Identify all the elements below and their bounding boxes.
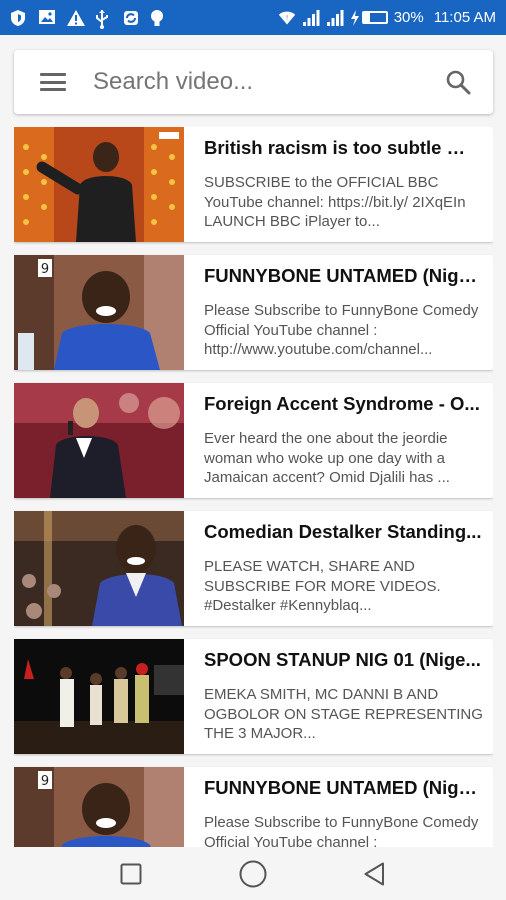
video-description: SUBSCRIBE to the OFFICIAL BBC YouTube ch… [204,174,466,230]
video-title: Comedian Destalker Standing... [204,521,482,542]
shield-icon [10,9,28,27]
search-bar [14,50,493,114]
signal-icon [302,9,320,27]
search-input[interactable] [93,68,445,96]
video-description: Please Subscribe to FunnyBone Comedy Off… [204,302,479,358]
navigation-bar [0,847,506,900]
video-title: FUNNYBONE UNTAMED (Nige... [204,777,483,798]
video-thumbnail[interactable] [14,639,184,754]
recents-icon[interactable] [116,859,146,889]
wifi-icon: ! [278,9,296,27]
home-icon[interactable] [238,859,268,889]
back-icon[interactable] [360,859,390,889]
video-title: SPOON STANUP NIG 01 (Nige... [204,649,481,670]
video-description: EMEKA SMITH, MC DANNI B AND OGBOLOR ON S… [204,686,483,742]
charging-icon [350,9,360,27]
video-thumbnail[interactable]: 9 [14,767,184,847]
video-item[interactable]: 9 FUNNYBONE UNTAMED (Nige... Please Subs… [14,255,493,370]
svg-text:9: 9 [41,774,49,789]
video-description: PLEASE WATCH, SHARE AND SUBSCRIBE FOR MO… [204,558,441,614]
video-item[interactable]: 9 FUNNYBONE UNTAMED (Nige... Please Subs… [14,767,493,847]
bulb-icon [150,9,168,27]
svg-text:9: 9 [41,262,49,277]
warning-icon [66,9,85,27]
battery-percent: 30% [393,9,424,26]
menu-icon[interactable] [40,73,66,91]
video-title: FUNNYBONE UNTAMED (Nige... [204,265,483,286]
video-description: Please Subscribe to FunnyBone Comedy Off… [204,814,479,847]
battery-icon [361,11,388,24]
clock: 11:05 AM [433,9,496,26]
video-thumbnail[interactable] [14,383,184,498]
video-thumbnail[interactable] [14,127,184,242]
video-title: Foreign Accent Syndrome - O... [204,393,480,414]
video-description: Ever heard the one about the jeordie wom… [204,430,450,486]
status-bar: ! 30% 11:05 AM [0,0,506,35]
search-icon[interactable] [445,69,471,95]
svg-text:!: ! [286,15,288,21]
video-list: British racism is too subtle 😂... SUBSCR… [14,127,493,847]
battery-indicator [350,9,388,27]
usb-icon [94,9,112,29]
sync-icon [122,9,140,27]
image-icon [38,9,56,27]
video-title: British racism is too subtle 😂... [204,137,483,158]
video-item[interactable]: SPOON STANUP NIG 01 (Nige... EMEKA SMITH… [14,639,493,754]
video-thumbnail[interactable] [14,511,184,626]
video-item[interactable]: British racism is too subtle 😂... SUBSCR… [14,127,493,242]
video-item[interactable]: Foreign Accent Syndrome - O... Ever hear… [14,383,493,498]
video-item[interactable]: Comedian Destalker Standing... PLEASE WA… [14,511,493,626]
video-thumbnail[interactable]: 9 [14,255,184,370]
signal-icon [326,9,344,27]
